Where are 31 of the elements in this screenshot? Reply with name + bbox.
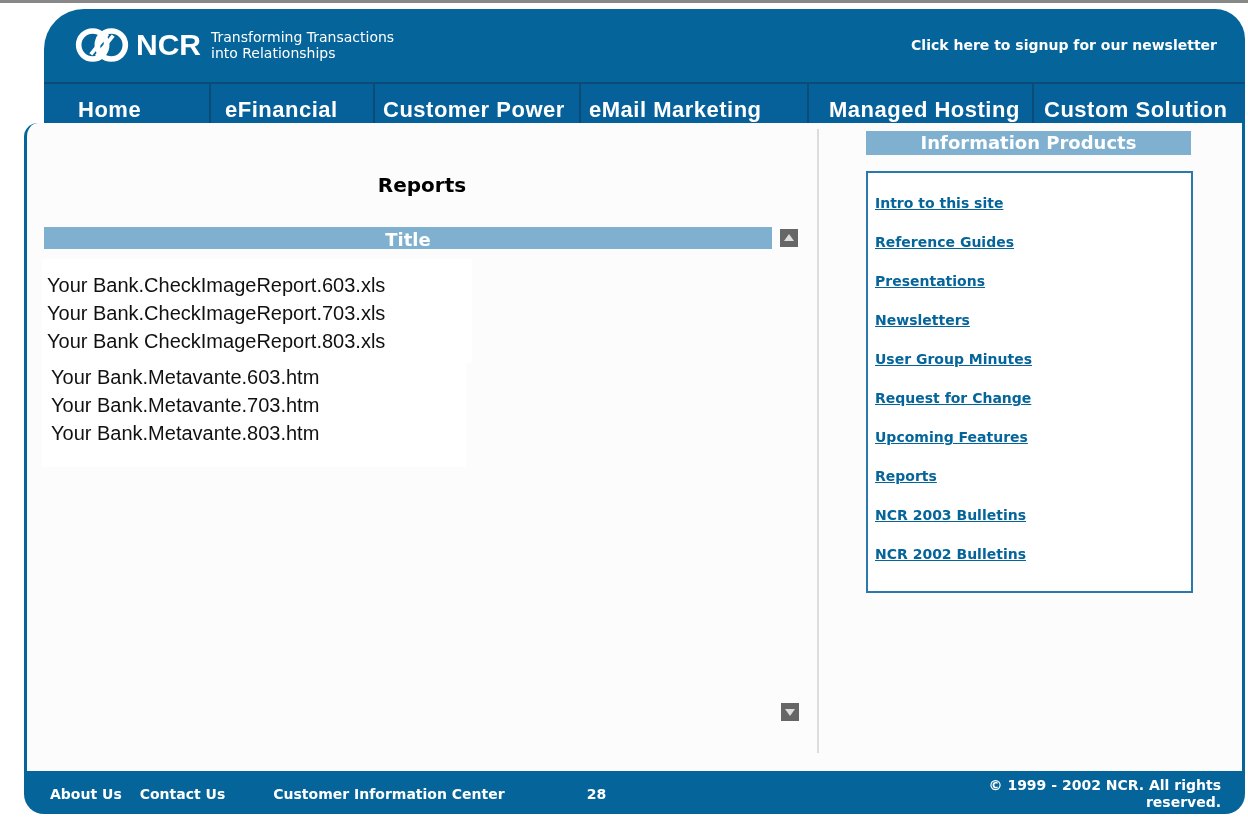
sidebar-link[interactable]: Reports bbox=[875, 466, 937, 487]
sidebar-link[interactable]: Upcoming Features bbox=[875, 427, 1028, 448]
footer-link[interactable]: About Us bbox=[50, 786, 122, 802]
footer-link[interactable]: Contact Us bbox=[139, 786, 226, 802]
file-name[interactable]: Your Bank.Metavante.703.htm bbox=[51, 391, 466, 419]
visit-counter: 28 bbox=[586, 786, 607, 802]
file-name[interactable]: Your Bank.Metavante.803.htm bbox=[51, 419, 466, 447]
copyright-text: © 1999 - 2002 NCR. All rights reserved. bbox=[987, 777, 1221, 811]
tagline: Transforming Transactions into Relationships bbox=[211, 29, 395, 62]
sidebar-link[interactable]: Newsletters bbox=[875, 310, 970, 331]
sidebar-link[interactable]: Request for Change bbox=[875, 388, 1032, 409]
sidebar-link[interactable]: Reference Guides bbox=[875, 232, 1014, 253]
newsletter-link[interactable]: Click here to signup for our newsletter bbox=[911, 37, 1217, 54]
file-name[interactable]: Your Bank.CheckImageReport.703.xls bbox=[47, 299, 472, 327]
scroll-up-icon[interactable] bbox=[780, 229, 798, 247]
sidebar-title: Information Products bbox=[866, 131, 1191, 155]
file-name[interactable]: Your Bank.CheckImageReport.603.xls bbox=[47, 271, 472, 299]
scroll-down-icon[interactable] bbox=[781, 703, 799, 721]
sidebar-link[interactable]: NCR 2003 Bulletins bbox=[875, 505, 1026, 526]
page-heading: Reports bbox=[376, 173, 468, 197]
file-name[interactable]: Your Bank CheckImageReport.803.xls bbox=[47, 327, 472, 355]
sidebar-link[interactable]: Intro to this site bbox=[875, 193, 1004, 214]
brand-name: NCR bbox=[136, 28, 201, 63]
nav-tab[interactable]: Custom Solution bbox=[1034, 83, 1236, 123]
sidebar-link[interactable]: NCR 2002 Bulletins bbox=[875, 544, 1026, 565]
file-name[interactable]: Your Bank.Metavante.603.htm bbox=[51, 363, 466, 391]
sidebar-link[interactable]: User Group Minutes bbox=[875, 349, 1033, 370]
footer-link[interactable]: Customer Information Center bbox=[273, 786, 505, 802]
column-header: Title bbox=[44, 227, 772, 249]
logo-icon bbox=[74, 26, 130, 65]
sidebar-link[interactable]: Presentations bbox=[875, 271, 985, 292]
